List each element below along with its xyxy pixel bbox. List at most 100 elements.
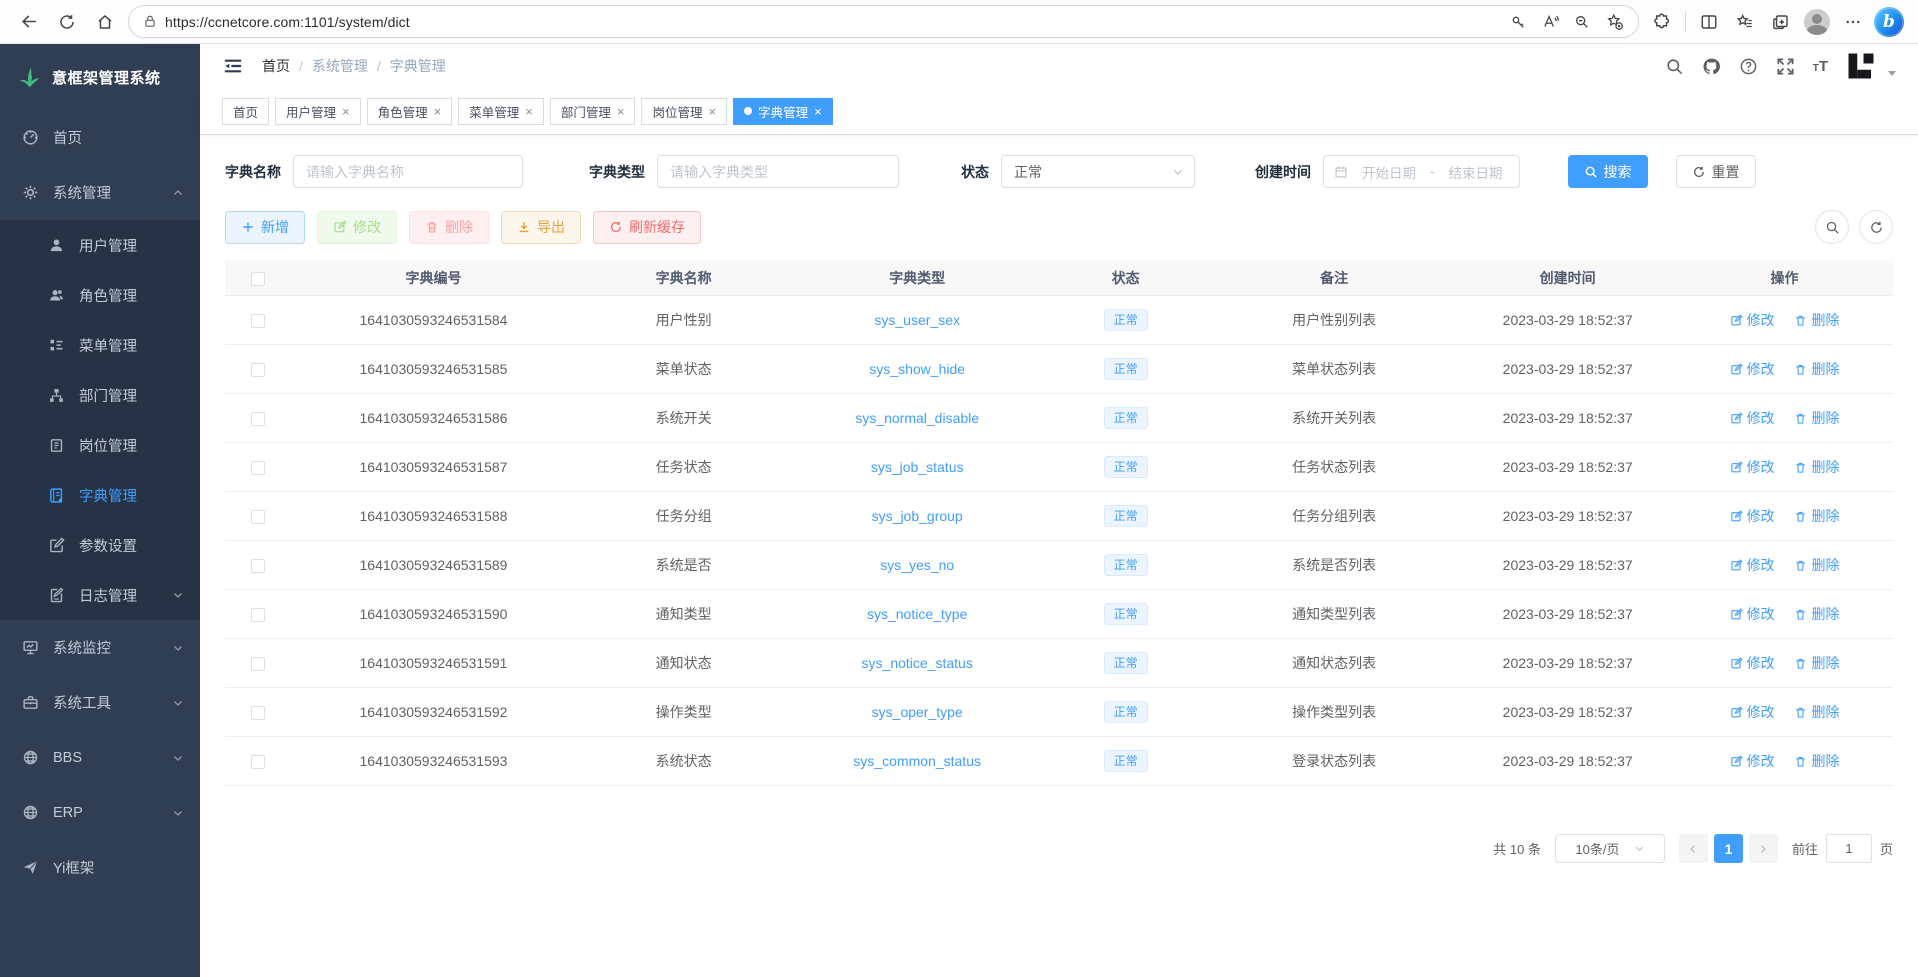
goto-page-input[interactable]: [1826, 834, 1872, 863]
sidebar-item-erp[interactable]: ERP: [0, 785, 200, 840]
refresh-table-button[interactable]: [1859, 210, 1893, 244]
date-end-placeholder[interactable]: 结束日期: [1443, 162, 1509, 182]
sidebar-item-system-tools[interactable]: 系统工具: [0, 675, 200, 730]
dict-type-link[interactable]: sys_common_status: [853, 753, 981, 769]
fullscreen-icon[interactable]: [1776, 57, 1795, 76]
sidebar-item-dept-mgmt[interactable]: 部门管理: [0, 370, 200, 420]
row-edit-button[interactable]: 修改: [1730, 555, 1775, 575]
sidebar-item-bbs[interactable]: BBS: [0, 730, 200, 785]
dict-type-link[interactable]: sys_show_hide: [869, 361, 965, 377]
collections-icon[interactable]: [1766, 7, 1796, 37]
page-size-select[interactable]: 10条/页: [1555, 834, 1665, 863]
row-edit-button[interactable]: 修改: [1730, 457, 1775, 477]
view-tab[interactable]: 角色管理 ×: [367, 98, 453, 125]
row-checkbox[interactable]: [251, 608, 265, 622]
sidebar-item-dict-mgmt[interactable]: 字典管理: [0, 470, 200, 520]
sidebar-item-menu-mgmt[interactable]: 菜单管理: [0, 320, 200, 370]
tab-close-icon[interactable]: ×: [342, 105, 350, 118]
view-tab[interactable]: 岗位管理 ×: [641, 98, 727, 125]
row-edit-button[interactable]: 修改: [1730, 751, 1775, 771]
row-checkbox[interactable]: [251, 314, 265, 328]
row-checkbox[interactable]: [251, 657, 265, 671]
sidebar-item-role-mgmt[interactable]: 角色管理: [0, 270, 200, 320]
toggle-search-button[interactable]: [1815, 210, 1849, 244]
view-tab[interactable]: 部门管理 ×: [550, 98, 636, 125]
bing-chat-icon[interactable]: b: [1874, 7, 1904, 37]
breadcrumb-home[interactable]: 首页: [262, 56, 290, 76]
sidebar-item-system-monitor[interactable]: 系统监控: [0, 620, 200, 675]
favorites-bar-icon[interactable]: [1730, 7, 1760, 37]
export-button[interactable]: 导出: [501, 211, 581, 244]
browser-refresh-button[interactable]: [52, 7, 82, 37]
dict-type-link[interactable]: sys_notice_status: [862, 655, 973, 671]
split-screen-icon[interactable]: [1694, 7, 1724, 37]
avatar-caret-icon[interactable]: [1888, 71, 1896, 76]
row-edit-button[interactable]: 修改: [1730, 408, 1775, 428]
dict-type-link[interactable]: sys_normal_disable: [855, 410, 979, 426]
add-button[interactable]: 新增: [225, 211, 305, 244]
date-range-picker[interactable]: 开始日期 - 结束日期: [1323, 155, 1520, 188]
sidebar-item-param-settings[interactable]: 参数设置: [0, 520, 200, 570]
dict-type-link[interactable]: sys_job_group: [872, 508, 963, 524]
tab-close-icon[interactable]: ×: [708, 105, 716, 118]
row-delete-button[interactable]: 删除: [1794, 457, 1839, 477]
select-all-checkbox[interactable]: [251, 272, 265, 286]
tab-close-icon[interactable]: ×: [525, 105, 533, 118]
row-edit-button[interactable]: 修改: [1730, 604, 1775, 624]
row-delete-button[interactable]: 删除: [1794, 751, 1839, 771]
row-delete-button[interactable]: 删除: [1794, 604, 1839, 624]
browser-menu-icon[interactable]: [1838, 7, 1868, 37]
tab-close-icon[interactable]: ×: [617, 105, 625, 118]
tab-close-icon[interactable]: ×: [814, 105, 822, 118]
user-logo-avatar[interactable]: [1846, 51, 1876, 81]
row-checkbox[interactable]: [251, 559, 265, 573]
address-bar[interactable]: https://ccnetcore.com:1101/system/dict: [128, 5, 1639, 38]
github-icon[interactable]: [1702, 57, 1721, 76]
dict-name-input[interactable]: [293, 155, 523, 188]
row-edit-button[interactable]: 修改: [1730, 359, 1775, 379]
row-edit-button[interactable]: 修改: [1730, 506, 1775, 526]
sidebar-item-system-mgmt[interactable]: 系统管理: [0, 165, 200, 220]
search-button[interactable]: 搜索: [1568, 155, 1648, 188]
add-favorite-icon[interactable]: [1600, 8, 1628, 36]
password-key-icon[interactable]: [1504, 8, 1532, 36]
profile-avatar[interactable]: [1802, 7, 1832, 37]
delete-button[interactable]: 删除: [409, 211, 489, 244]
row-delete-button[interactable]: 删除: [1794, 702, 1839, 722]
row-delete-button[interactable]: 删除: [1794, 506, 1839, 526]
browser-back-button[interactable]: [14, 7, 44, 37]
row-delete-button[interactable]: 删除: [1794, 359, 1839, 379]
next-page-button[interactable]: [1749, 834, 1778, 863]
dict-type-input[interactable]: [657, 155, 899, 188]
row-delete-button[interactable]: 删除: [1794, 310, 1839, 330]
page-number-button[interactable]: 1: [1714, 834, 1743, 863]
app-logo[interactable]: 意框架管理系统: [0, 44, 200, 110]
header-search-icon[interactable]: [1665, 57, 1684, 76]
browser-home-button[interactable]: [90, 7, 120, 37]
zoom-out-icon[interactable]: [1568, 8, 1596, 36]
read-aloud-icon[interactable]: [1536, 8, 1564, 36]
row-checkbox[interactable]: [251, 461, 265, 475]
row-checkbox[interactable]: [251, 363, 265, 377]
help-icon[interactable]: [1739, 57, 1758, 76]
row-delete-button[interactable]: 删除: [1794, 555, 1839, 575]
view-tab[interactable]: 首页: [222, 98, 269, 125]
row-checkbox[interactable]: [251, 412, 265, 426]
row-delete-button[interactable]: 删除: [1794, 408, 1839, 428]
font-size-icon[interactable]: TT: [1813, 59, 1828, 74]
row-checkbox[interactable]: [251, 755, 265, 769]
sidebar-item-log-mgmt[interactable]: 日志管理: [0, 570, 200, 620]
reset-button[interactable]: 重置: [1676, 155, 1756, 188]
edit-button[interactable]: 修改: [317, 211, 397, 244]
sidebar-item-home[interactable]: 首页: [0, 110, 200, 165]
dict-type-link[interactable]: sys_notice_type: [867, 606, 967, 622]
tab-close-icon[interactable]: ×: [434, 105, 442, 118]
sidebar-item-user-mgmt[interactable]: 用户管理: [0, 220, 200, 270]
extensions-icon[interactable]: [1647, 7, 1677, 37]
dict-type-link[interactable]: sys_user_sex: [874, 312, 960, 328]
dict-type-link[interactable]: sys_job_status: [871, 459, 964, 475]
row-edit-button[interactable]: 修改: [1730, 310, 1775, 330]
prev-page-button[interactable]: [1679, 834, 1708, 863]
view-tab[interactable]: 菜单管理 ×: [458, 98, 544, 125]
sidebar-item-yi-framework[interactable]: Yi框架: [0, 840, 200, 895]
